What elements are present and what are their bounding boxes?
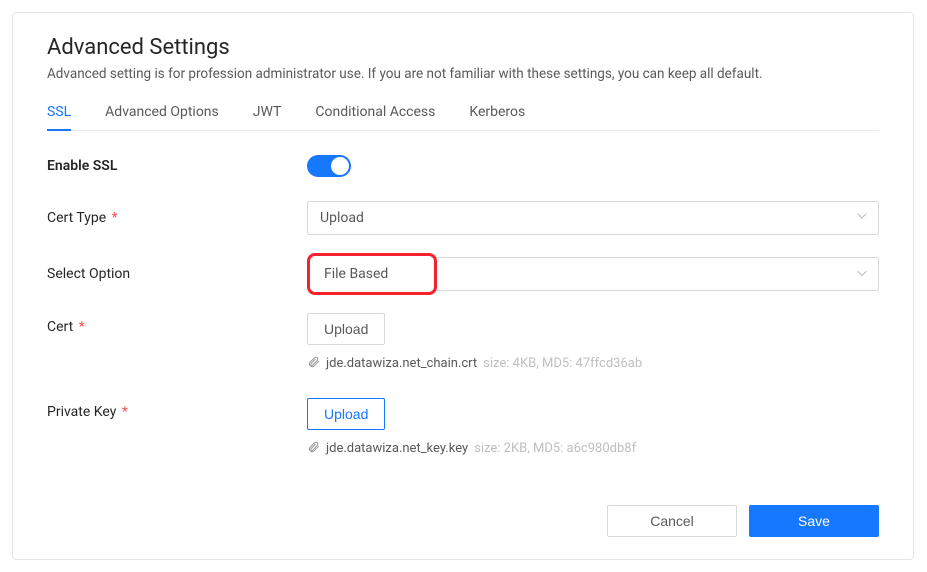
- page-subtitle: Advanced setting is for profession admin…: [47, 66, 879, 82]
- chevron-down-icon: [856, 210, 868, 226]
- required-asterisk: *: [122, 404, 128, 420]
- toggle-enable-ssl[interactable]: [307, 155, 351, 177]
- label-select-option: Select Option: [47, 266, 307, 282]
- required-asterisk: *: [79, 319, 85, 335]
- advanced-settings-panel: Advanced Settings Advanced setting is fo…: [12, 12, 914, 560]
- toggle-knob: [331, 157, 349, 175]
- cert-file-name: jde.datawiza.net_chain.crt: [326, 356, 477, 371]
- private-key-file-meta: size: 2KB, MD5: a6c980db8f: [474, 441, 636, 456]
- footer-actions: Cancel Save: [607, 505, 879, 537]
- upload-private-key-button[interactable]: Upload: [307, 398, 385, 430]
- tab-jwt[interactable]: JWT: [253, 104, 282, 130]
- private-key-file-name: jde.datawiza.net_key.key: [326, 441, 468, 456]
- row-select-option: Select Option File Based: [47, 253, 879, 295]
- cert-file-meta: size: 4KB, MD5: 47ffcd36ab: [483, 356, 642, 371]
- tab-ssl[interactable]: SSL: [47, 104, 71, 130]
- cancel-button[interactable]: Cancel: [607, 505, 737, 537]
- private-key-file-line: jde.datawiza.net_key.key size: 2KB, MD5:…: [307, 440, 879, 457]
- paperclip-icon: [307, 440, 320, 457]
- label-cert: Cert *: [47, 313, 307, 335]
- select-select-option[interactable]: File Based: [307, 253, 879, 295]
- label-private-key: Private Key *: [47, 398, 307, 420]
- highlight-box: File Based: [307, 253, 437, 295]
- chevron-down-icon: [856, 265, 868, 284]
- tab-kerberos[interactable]: Kerberos: [469, 104, 525, 130]
- row-cert: Cert * Upload jde.datawiza.net_chain.crt…: [47, 313, 879, 372]
- cert-file-line: jde.datawiza.net_chain.crt size: 4KB, MD…: [307, 355, 879, 372]
- select-select-option-rest: [431, 257, 879, 291]
- select-cert-type-value: Upload: [320, 210, 364, 226]
- row-cert-type: Cert Type * Upload: [47, 201, 879, 235]
- select-select-option-value: File Based: [324, 266, 388, 282]
- tab-advanced-options[interactable]: Advanced Options: [105, 104, 219, 130]
- upload-cert-button[interactable]: Upload: [307, 313, 385, 345]
- select-cert-type[interactable]: Upload: [307, 201, 879, 235]
- tab-conditional-access[interactable]: Conditional Access: [315, 104, 435, 130]
- paperclip-icon: [307, 355, 320, 372]
- label-private-key-text: Private Key: [47, 404, 116, 420]
- label-cert-type-text: Cert Type: [47, 210, 106, 226]
- required-asterisk: *: [112, 210, 118, 226]
- label-cert-type: Cert Type *: [47, 210, 307, 226]
- row-enable-ssl: Enable SSL: [47, 149, 879, 183]
- save-button[interactable]: Save: [749, 505, 879, 537]
- label-cert-text: Cert: [47, 319, 73, 335]
- row-private-key: Private Key * Upload jde.datawiza.net_ke…: [47, 398, 879, 457]
- page-title: Advanced Settings: [47, 35, 879, 60]
- label-enable-ssl: Enable SSL: [47, 158, 307, 174]
- settings-tabs: SSL Advanced Options JWT Conditional Acc…: [47, 104, 879, 131]
